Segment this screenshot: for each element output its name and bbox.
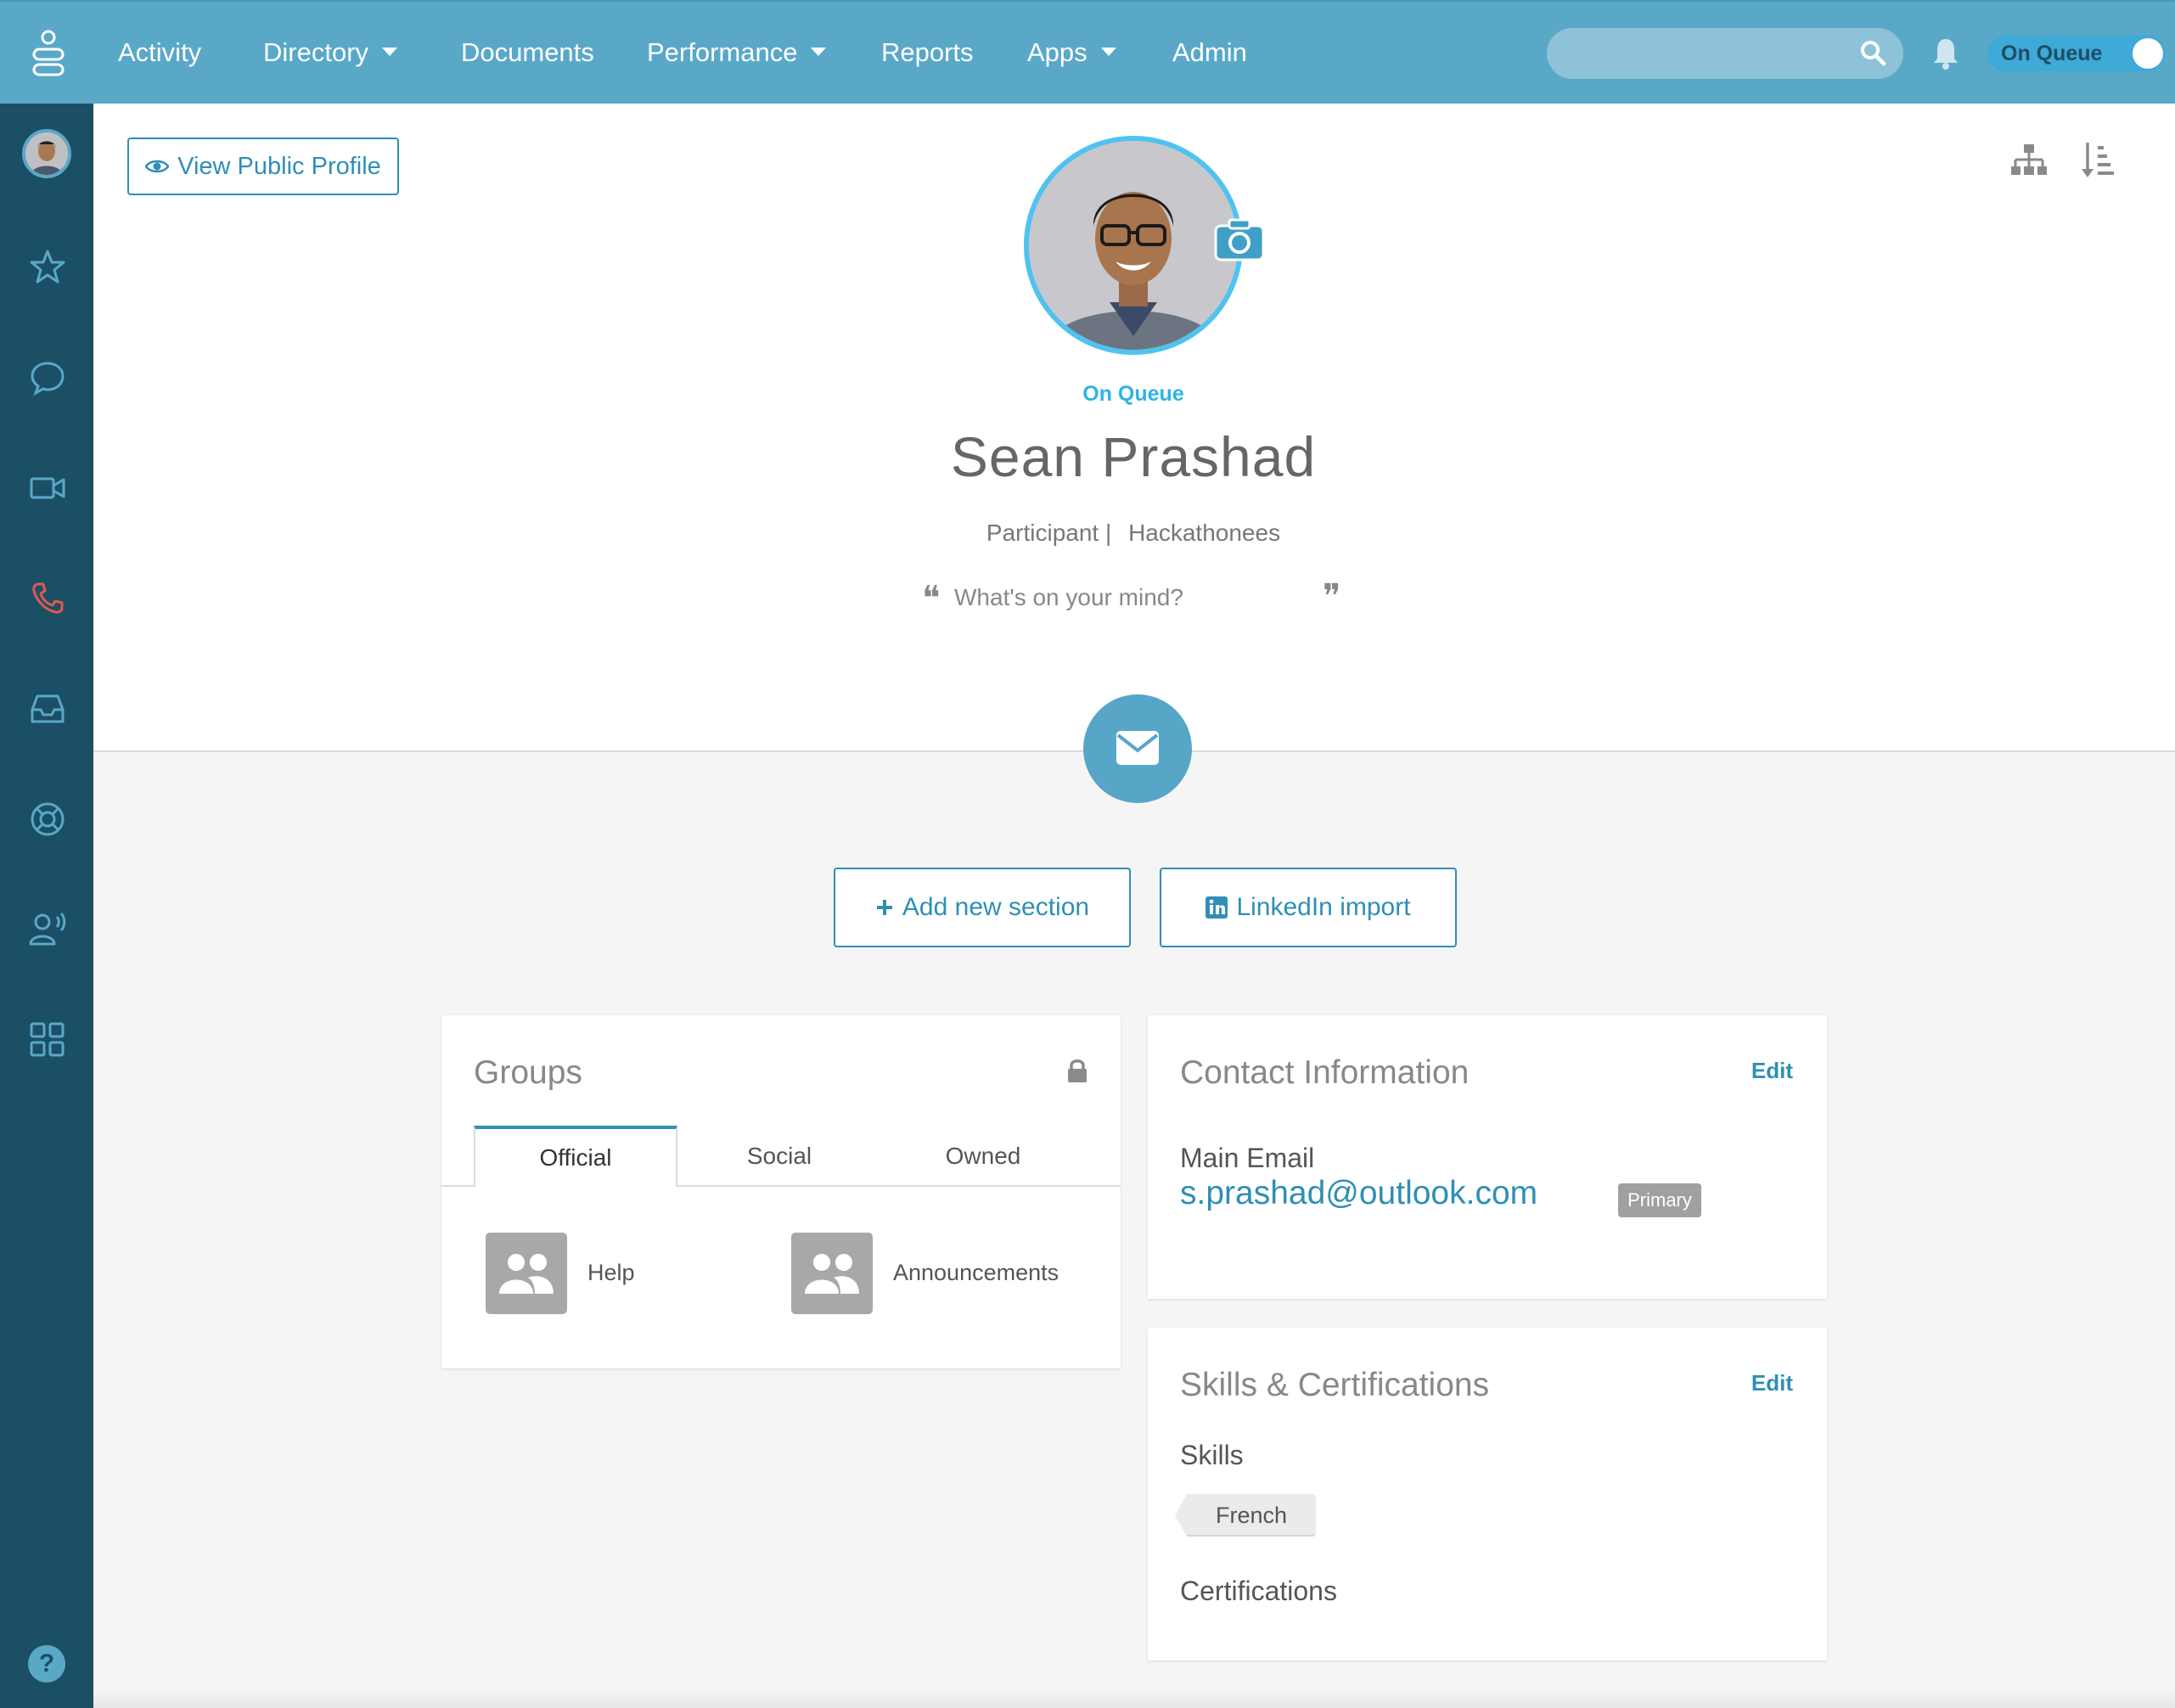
- help-icon[interactable]: ?: [28, 1645, 65, 1683]
- send-email-button[interactable]: [1083, 694, 1192, 803]
- skill-tag: French: [1175, 1494, 1316, 1537]
- lock-icon: [1068, 1059, 1087, 1082]
- app-logo-icon[interactable]: [31, 29, 66, 80]
- skills-certifications-card: Skills & Certifications Edit Skills Fren…: [1148, 1328, 1827, 1660]
- group-item-help[interactable]: Help: [486, 1233, 672, 1314]
- avatar[interactable]: [22, 129, 71, 178]
- chat-icon[interactable]: [28, 358, 67, 397]
- chevron-down-icon: [382, 47, 398, 56]
- toggle-knob: [2133, 38, 2163, 69]
- inbox-icon[interactable]: [28, 689, 67, 728]
- profile-title[interactable]: Participant: [986, 520, 1099, 546]
- tab-owned[interactable]: Owned: [881, 1126, 1085, 1187]
- groups-tabs: Official Social Owned: [441, 1126, 1121, 1187]
- apps-icon[interactable]: [28, 1020, 67, 1059]
- video-icon[interactable]: [28, 469, 67, 508]
- quote-open-mark: ❝: [922, 579, 941, 618]
- support-icon[interactable]: [28, 800, 67, 839]
- chevron-down-icon: [1100, 47, 1116, 56]
- camera-icon[interactable]: [1214, 217, 1265, 261]
- eye-icon: [145, 160, 170, 173]
- profile-name: Sean Prashad: [950, 425, 1317, 488]
- tab-social[interactable]: Social: [677, 1126, 881, 1187]
- view-public-profile-button[interactable]: View Public Profile: [127, 138, 399, 195]
- main-email-label: Main Email: [1180, 1143, 1315, 1173]
- on-queue-toggle[interactable]: On Queue: [1987, 36, 2166, 71]
- favorites-star-icon[interactable]: [28, 248, 67, 287]
- group-item-announcements[interactable]: Announcements: [791, 1233, 1071, 1314]
- on-queue-toggle-label: On Queue: [2001, 42, 2103, 65]
- bell-icon[interactable]: [1931, 36, 1960, 71]
- nav-reports[interactable]: Reports: [881, 2, 974, 104]
- skills-title: Skills & Certifications: [1180, 1367, 1490, 1403]
- phone-icon[interactable]: [28, 579, 67, 618]
- add-new-section-button[interactable]: Add new section: [834, 868, 1131, 947]
- nav-documents[interactable]: Documents: [461, 2, 594, 104]
- group-icon: [486, 1233, 567, 1314]
- group-label: Help: [587, 1260, 635, 1285]
- groups-title: Groups: [474, 1054, 582, 1091]
- page-bottom-edge: [93, 1689, 2175, 1708]
- group-icon: [791, 1233, 873, 1314]
- edit-contact-button[interactable]: Edit: [1751, 1058, 1793, 1084]
- quote-close-mark: ❞: [1323, 577, 1341, 616]
- org-chart-icon[interactable]: [2010, 143, 2048, 178]
- sort-icon[interactable]: [2080, 141, 2114, 180]
- status-label: On Queue: [1082, 382, 1184, 406]
- tab-official[interactable]: Official: [474, 1126, 677, 1187]
- search-icon[interactable]: [1859, 39, 1886, 66]
- title-separator: |: [1105, 520, 1112, 546]
- nav-performance[interactable]: Performance: [647, 2, 827, 104]
- skills-label: Skills: [1180, 1440, 1244, 1470]
- status-message-input[interactable]: What's on your mind?: [954, 584, 1183, 611]
- contact-title: Contact Information: [1180, 1054, 1470, 1091]
- primary-badge: Primary: [1618, 1183, 1701, 1217]
- linkedin-import-button[interactable]: LinkedIn import: [1160, 868, 1457, 947]
- nav-apps[interactable]: Apps: [1027, 2, 1116, 104]
- profile-title-line: Participant | Hackathonees: [764, 520, 1503, 547]
- plus-icon: [876, 900, 892, 915]
- groups-card: Groups Official Social Owned Help Announ…: [441, 1015, 1121, 1368]
- nav-activity[interactable]: Activity: [118, 2, 201, 104]
- contact-information-card: Contact Information Edit Main Email s.pr…: [1148, 1015, 1827, 1299]
- profile-photo[interactable]: [1024, 136, 1243, 355]
- email-link[interactable]: s.prashad@outlook.com: [1180, 1175, 1537, 1212]
- add-new-section-label: Add new section: [902, 893, 1090, 921]
- envelope-icon: [1116, 731, 1159, 765]
- presence-icon[interactable]: [28, 910, 67, 949]
- nav-admin[interactable]: Admin: [1172, 2, 1247, 104]
- chevron-down-icon: [811, 47, 827, 56]
- group-label: Announcements: [893, 1260, 1059, 1285]
- top-navigation-bar: Activity Directory Documents Performance…: [0, 0, 2175, 104]
- linkedin-import-label: LinkedIn import: [1236, 893, 1411, 921]
- view-public-profile-label: View Public Profile: [177, 152, 381, 180]
- left-sidebar: ?: [0, 104, 93, 1708]
- linkedin-icon: [1206, 896, 1228, 919]
- nav-directory[interactable]: Directory: [263, 2, 398, 104]
- search-input[interactable]: [1547, 28, 1903, 79]
- edit-skills-button[interactable]: Edit: [1751, 1370, 1793, 1396]
- profile-department[interactable]: Hackathonees: [1128, 520, 1280, 546]
- certifications-label: Certifications: [1180, 1576, 1337, 1606]
